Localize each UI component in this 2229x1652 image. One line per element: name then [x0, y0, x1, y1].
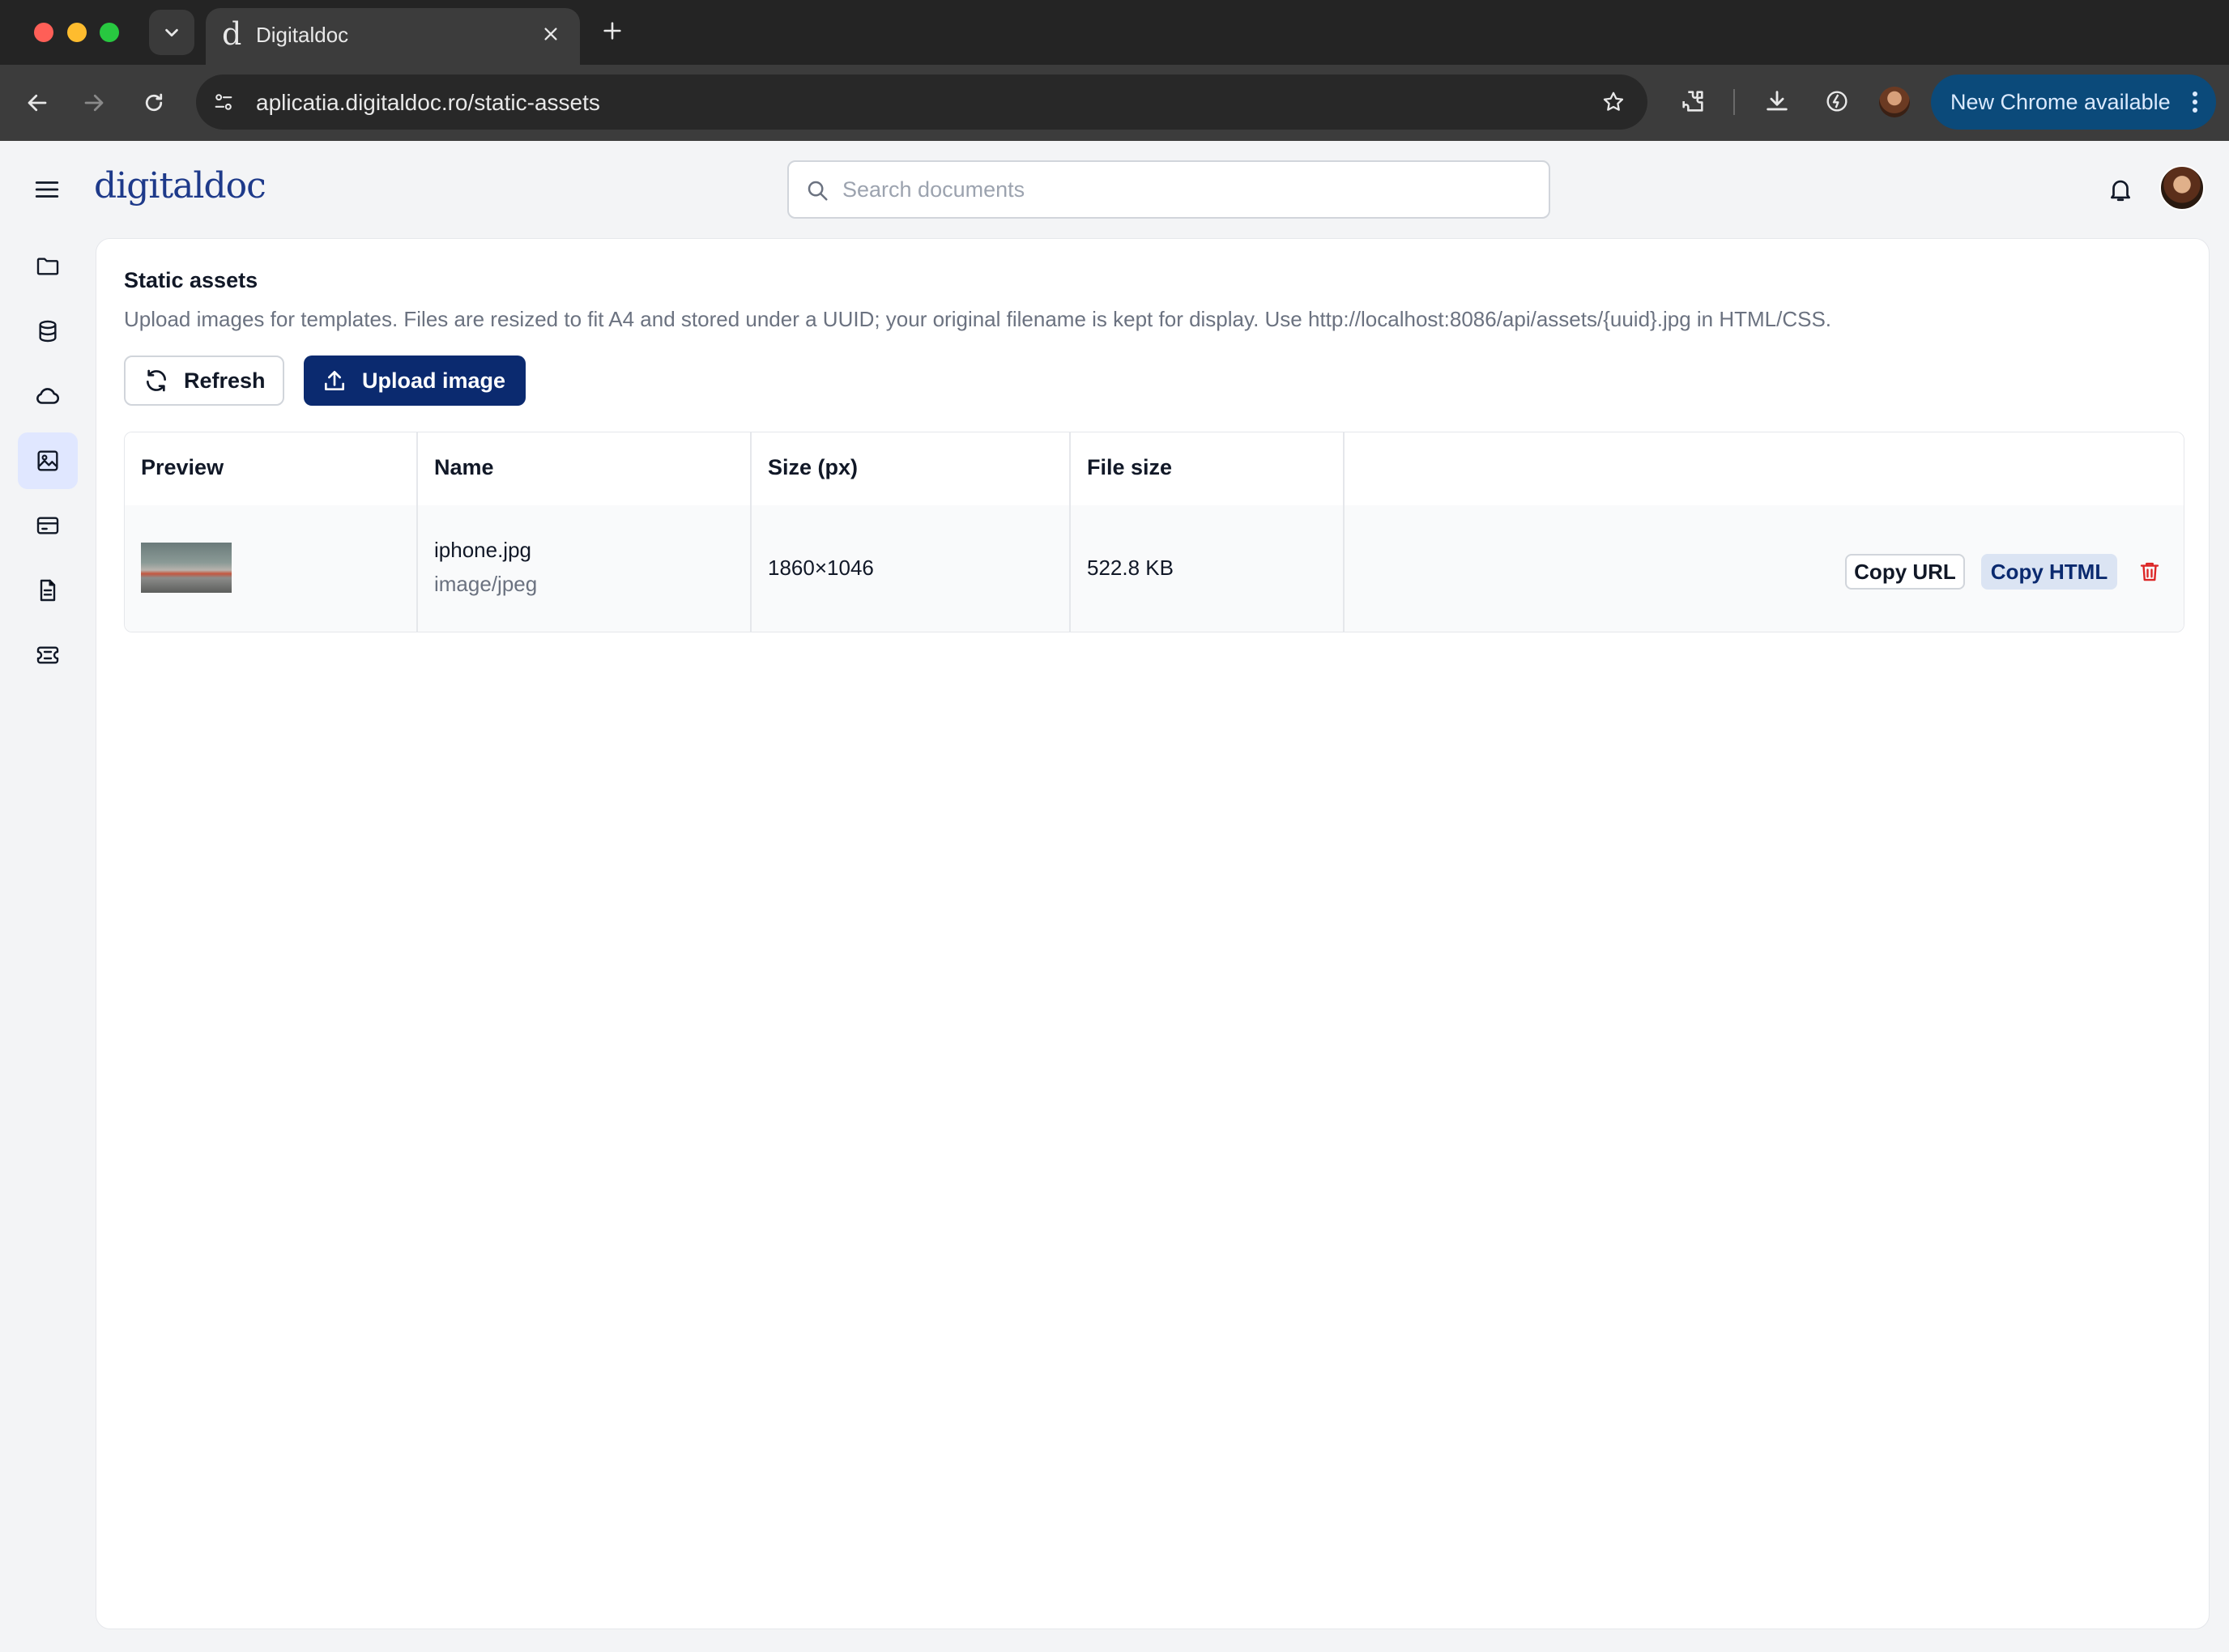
- bell-icon: [2111, 180, 2130, 202]
- more-vertical-icon: [2192, 91, 2198, 119]
- maximize-window-button[interactable]: [100, 23, 119, 42]
- user-avatar[interactable]: [2159, 165, 2205, 211]
- cloud-icon: [36, 388, 60, 404]
- back-button[interactable]: [18, 83, 57, 122]
- notifications-button[interactable]: [2104, 173, 2137, 206]
- tab-title: Digitaldoc: [256, 23, 349, 47]
- plus-icon: [603, 22, 621, 40]
- search-icon: [808, 181, 828, 201]
- page-title: Static assets: [124, 268, 258, 292]
- download-icon[interactable]: [1759, 83, 1795, 119]
- table-header: Preview Name Size (px) File size: [125, 432, 2184, 505]
- database-icon: [39, 320, 57, 343]
- card-icon: [36, 517, 59, 534]
- sidebar-item-cloud[interactable]: [18, 368, 78, 424]
- asset-file-size: 522.8 KB: [1087, 556, 1174, 580]
- sidebar-item-static-assets[interactable]: [18, 432, 78, 489]
- column-header-preview: Preview: [141, 455, 224, 479]
- static-assets-card: Static assets Upload images for template…: [96, 238, 2210, 1629]
- search-box[interactable]: [787, 160, 1550, 219]
- toolbar-separator: [1733, 89, 1735, 115]
- search-input[interactable]: [842, 173, 1523, 206]
- tab-close-button[interactable]: [538, 21, 564, 47]
- document-icon: [40, 579, 56, 602]
- assets-table: Preview Name Size (px) File size iphone.…: [124, 432, 2184, 632]
- refresh-label: Refresh: [184, 368, 266, 393]
- table-row: iphone.jpg image/jpeg 1860×1046 522.8 KB…: [125, 505, 2184, 632]
- upload-label: Upload image: [362, 368, 506, 393]
- delete-asset-button[interactable]: [2133, 556, 2166, 588]
- image-icon: [37, 450, 58, 471]
- favicon: d: [222, 16, 242, 52]
- extensions-icon[interactable]: [1675, 83, 1711, 119]
- tab-search-button[interactable]: [149, 10, 194, 55]
- bookmark-star-icon[interactable]: [1599, 87, 1628, 117]
- close-window-button[interactable]: [34, 23, 53, 42]
- column-divider: [1343, 432, 1345, 632]
- sidebar-item-folders[interactable]: [18, 238, 78, 295]
- logo[interactable]: digitaldoc: [94, 165, 266, 206]
- refresh-button[interactable]: Refresh: [124, 356, 284, 406]
- sidebar-item-database[interactable]: [18, 303, 78, 360]
- arrow-left-icon: [28, 94, 47, 112]
- ticket-icon: [36, 646, 59, 664]
- asset-dimensions: 1860×1046: [768, 556, 874, 580]
- chrome-update-button[interactable]: New Chrome available: [1931, 75, 2216, 130]
- column-divider: [750, 432, 752, 632]
- copy-html-button[interactable]: Copy HTML: [1981, 554, 2117, 590]
- forward-button[interactable]: [75, 83, 113, 122]
- chrome-update-label: New Chrome available: [1950, 89, 2171, 114]
- upload-image-button[interactable]: Upload image: [304, 356, 526, 406]
- arrow-right-icon: [84, 94, 104, 112]
- reload-icon: [145, 93, 163, 112]
- browser-tab-bar: d Digitaldoc: [0, 0, 2229, 65]
- folder-icon: [36, 258, 59, 275]
- trash-icon: [2140, 562, 2159, 581]
- chevron-down-icon: [165, 28, 178, 37]
- asset-name: iphone.jpg: [434, 538, 531, 562]
- column-header-file-size: File size: [1087, 455, 1173, 479]
- column-header-name: Name: [434, 455, 494, 479]
- url-text: aplicatia.digitaldoc.ro/static-assets: [256, 90, 600, 115]
- sidebar-item-tickets[interactable]: [18, 627, 78, 683]
- site-settings-icon[interactable]: [209, 87, 238, 117]
- browser-tab[interactable]: d Digitaldoc: [206, 8, 580, 65]
- column-divider: [416, 432, 418, 632]
- page-description: Upload images for templates. Files are r…: [124, 307, 1832, 331]
- menu-icon: [35, 181, 59, 198]
- asset-mime-type: image/jpeg: [434, 572, 538, 596]
- hamburger-menu-button[interactable]: [31, 173, 63, 206]
- close-icon: [544, 28, 557, 40]
- sidebar-item-documents[interactable]: [18, 562, 78, 619]
- asset-preview-thumbnail[interactable]: [141, 543, 232, 593]
- sidebar-item-cards[interactable]: [18, 497, 78, 554]
- column-divider: [1069, 432, 1071, 632]
- performance-icon[interactable]: [1819, 83, 1855, 119]
- copy-url-button[interactable]: Copy URL: [1845, 554, 1965, 590]
- refresh-icon: [147, 369, 166, 392]
- new-tab-button[interactable]: [598, 16, 627, 45]
- minimize-window-button[interactable]: [67, 23, 87, 42]
- column-header-size: Size (px): [768, 455, 859, 479]
- reload-button[interactable]: [134, 83, 173, 122]
- upload-icon: [325, 371, 344, 390]
- address-bar[interactable]: aplicatia.digitaldoc.ro/static-assets: [196, 75, 1647, 130]
- chrome-profile-avatar[interactable]: [1879, 87, 1910, 117]
- app: digitaldoc Static assets Upload images f…: [0, 141, 2229, 1652]
